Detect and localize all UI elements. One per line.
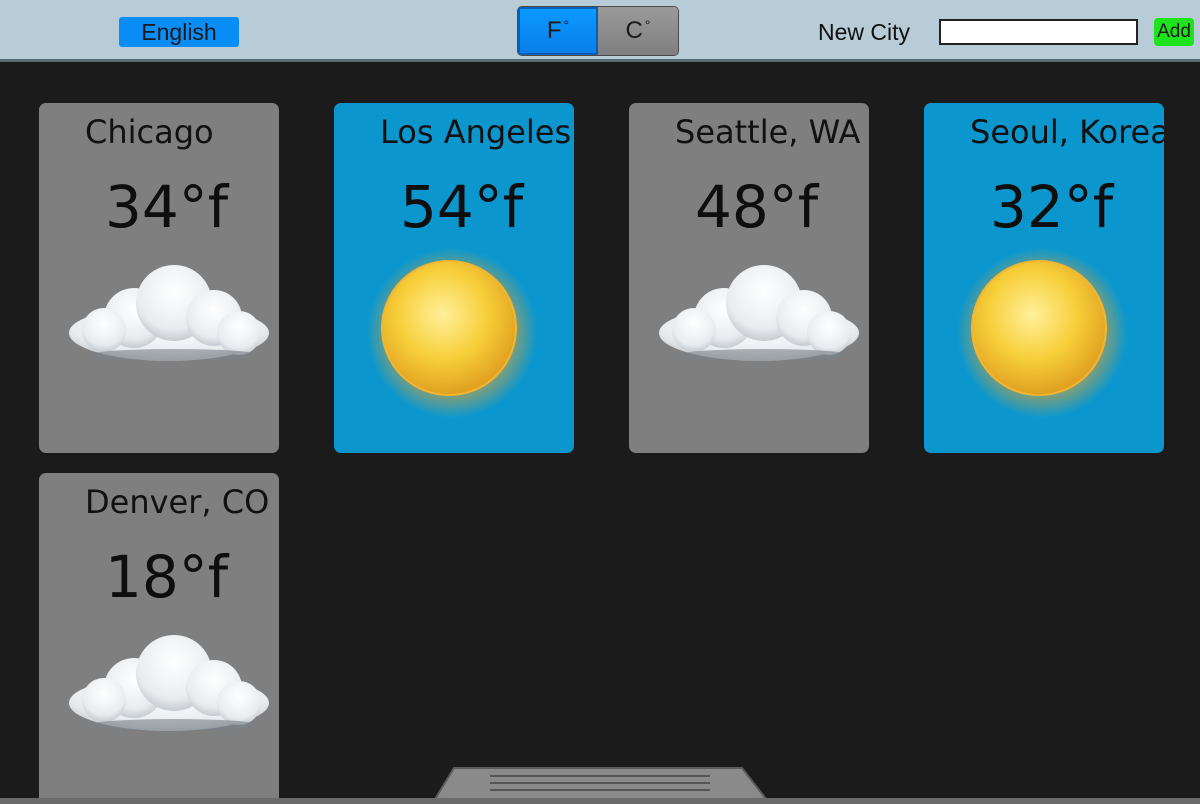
city-name: Seoul, Korea: [970, 113, 1164, 151]
city-name: Chicago: [85, 113, 214, 151]
degree-symbol: °: [644, 17, 651, 33]
city-card-denver[interactable]: Denver, CO 18°f: [39, 473, 279, 804]
unit-toggle: F ° C °: [517, 6, 679, 56]
fahrenheit-button[interactable]: F °: [518, 7, 598, 55]
city-card-seoul[interactable]: Seoul, Korea 32°f: [924, 103, 1164, 453]
top-bar: English F ° C ° New City Add: [0, 0, 1200, 62]
bottom-panel-edge: [0, 798, 1200, 804]
new-city-label: New City: [818, 19, 911, 45]
celsius-button[interactable]: C °: [598, 7, 678, 55]
language-button[interactable]: English: [119, 17, 239, 47]
sun-icon: [367, 248, 537, 418]
temperature: 32°f: [990, 173, 1114, 241]
city-name: Los Angeles: [380, 113, 572, 151]
cloud-icon: [659, 265, 859, 361]
city-card-seattle[interactable]: Seattle, WA 48°f: [629, 103, 869, 453]
sun-icon: [957, 248, 1127, 418]
fahrenheit-label: F: [546, 17, 562, 44]
cloud-icon: [69, 635, 269, 731]
city-name: Seattle, WA: [675, 113, 861, 151]
city-card-chicago[interactable]: Chicago 34°f: [39, 103, 279, 453]
degree-symbol: °: [563, 17, 570, 33]
add-city-button[interactable]: Add: [1154, 18, 1194, 46]
temperature: 18°f: [105, 543, 229, 611]
city-card-los-angeles[interactable]: Los Angeles 54°f: [334, 103, 574, 453]
cloud-icon: [69, 265, 269, 361]
city-name: Denver, CO: [85, 483, 270, 521]
temperature: 54°f: [400, 173, 524, 241]
temperature: 48°f: [695, 173, 819, 241]
temperature: 34°f: [105, 173, 229, 241]
celsius-label: C: [625, 17, 643, 44]
new-city-input[interactable]: [939, 19, 1138, 45]
